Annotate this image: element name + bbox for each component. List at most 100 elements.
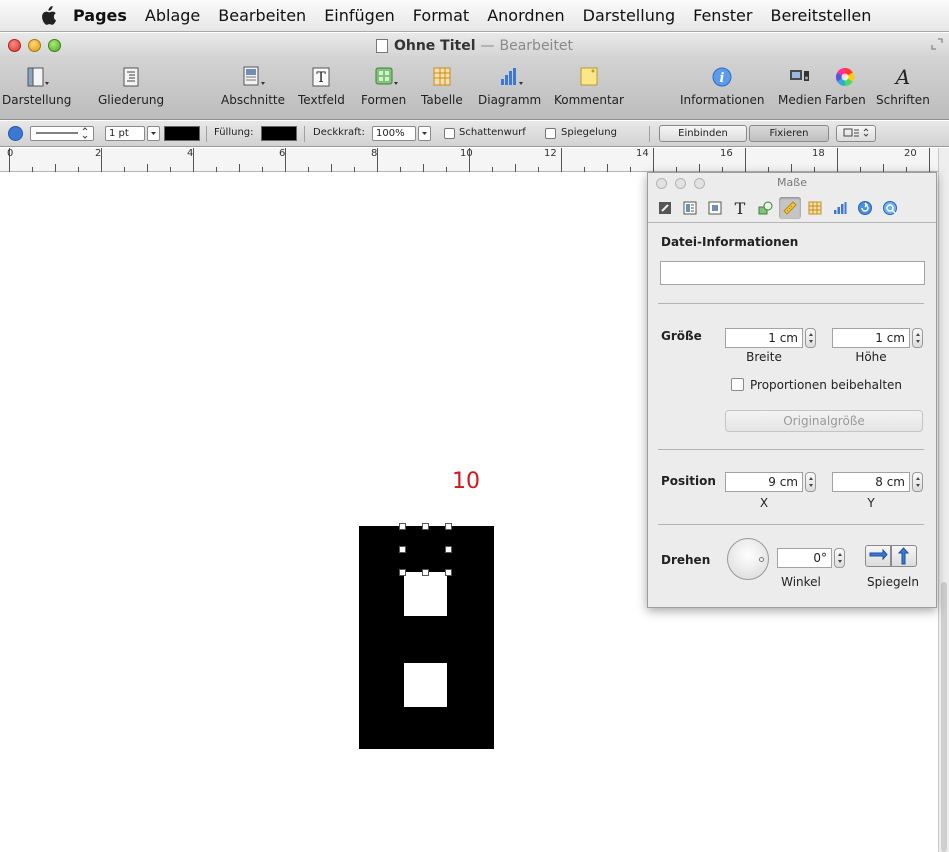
ruler-label: 20 [904, 148, 917, 159]
layout-inspector-tab[interactable] [679, 197, 701, 219]
comment-icon [574, 62, 604, 92]
selection-handle[interactable] [399, 569, 406, 576]
width-stepper[interactable] [805, 328, 816, 348]
wrap-inspector-tab[interactable] [704, 197, 726, 219]
opacity-dropdown[interactable] [418, 126, 431, 141]
toolbar-shapes-button[interactable]: Formen [361, 62, 406, 107]
height-field[interactable]: 1 cm [832, 328, 910, 348]
file-info-field[interactable] [660, 261, 925, 285]
apple-icon[interactable] [39, 5, 57, 26]
opacity-field[interactable]: 100% [372, 126, 416, 141]
toolbar-chart-button[interactable]: Diagramm [478, 62, 541, 107]
menu-pages[interactable]: Pages [73, 6, 127, 25]
selection-handle[interactable] [399, 523, 406, 530]
chart-inspector-tab[interactable] [829, 197, 851, 219]
toolbar-view-label: Darstellung [2, 93, 72, 107]
y-position-stepper[interactable] [912, 472, 923, 492]
ruler-label: 2 [95, 148, 102, 159]
toolbar-comment-button[interactable]: Kommentar [554, 62, 624, 107]
toolbar-fonts-button[interactable]: A Schriften [876, 62, 930, 107]
angle-stepper[interactable] [834, 548, 845, 568]
toolbar-fonts-label: Schriften [876, 93, 930, 107]
metrics-inspector-tab[interactable] [779, 196, 801, 219]
outline-icon [116, 62, 146, 92]
y-position-field[interactable]: 8 cm [832, 472, 910, 492]
shadow-checkbox[interactable] [444, 128, 455, 139]
original-size-button[interactable]: Originalgröße [725, 410, 923, 432]
selection-handle[interactable] [445, 546, 452, 553]
selection-handle[interactable] [422, 523, 429, 530]
angle-field[interactable]: 0° [777, 548, 832, 568]
toolbar-colors-button[interactable]: Farben [825, 62, 866, 107]
inspector-close-button[interactable] [656, 178, 667, 189]
close-window-button[interactable] [8, 39, 21, 52]
selection-handle[interactable] [445, 523, 452, 530]
rotation-dial[interactable] [727, 538, 769, 580]
fill-color-swatch[interactable] [261, 126, 297, 141]
text-inspector-tab[interactable]: T [729, 197, 751, 219]
graphic-inspector-tab[interactable] [754, 197, 776, 219]
menu-fenster[interactable]: Fenster [693, 6, 752, 25]
window-title-bar: Ohne Titel — Bearbeitet [0, 33, 949, 58]
height-stepper[interactable] [912, 328, 923, 348]
toolbar-comment-label: Kommentar [554, 93, 624, 107]
stroke-width-dropdown[interactable] [147, 126, 160, 141]
white-square-bottom[interactable] [404, 663, 447, 707]
stroke-width-field[interactable]: 1 pt [105, 126, 145, 141]
x-position-field[interactable]: 9 cm [725, 472, 803, 492]
wrap-select[interactable] [836, 125, 876, 142]
menu-ablage[interactable]: Ablage [145, 6, 200, 25]
fonts-icon: A [888, 62, 918, 92]
document-inspector-tab[interactable] [654, 197, 676, 219]
width-field[interactable]: 1 cm [725, 328, 803, 348]
vertical-scrollbar[interactable] [938, 148, 949, 852]
document-proxy-icon[interactable] [375, 38, 388, 53]
toolbar-textbox-button[interactable]: T Textfeld [298, 62, 345, 107]
black-shape[interactable] [359, 526, 494, 749]
size-title: Größe [661, 329, 702, 343]
menu-bearbeiten[interactable]: Bearbeiten [218, 6, 306, 25]
flip-vertical-button[interactable] [891, 545, 917, 567]
toolbar-inspector-button[interactable]: i Informationen [680, 62, 764, 107]
toolbar-outline-label: Gliederung [98, 93, 165, 107]
link-inspector-tab[interactable] [854, 197, 876, 219]
table-inspector-tab[interactable] [804, 197, 826, 219]
ruler-label: 16 [720, 148, 733, 159]
fixed-button[interactable]: Fixieren [749, 125, 829, 142]
menu-bar: Pages Ablage Bearbeiten Einfügen Format … [0, 0, 949, 32]
ruler-label: 4 [187, 148, 194, 159]
x-position-stepper[interactable] [805, 472, 816, 492]
inline-button[interactable]: Einbinden [659, 125, 747, 142]
toolbar-sections-button[interactable]: Abschnitte [221, 62, 285, 107]
quicktime-inspector-tab[interactable] [879, 197, 901, 219]
menu-einfuegen[interactable]: Einfügen [324, 6, 395, 25]
menu-darstellung[interactable]: Darstellung [583, 6, 675, 25]
flip-horizontal-button[interactable] [865, 545, 891, 567]
menu-bereitstellen[interactable]: Bereitstellen [770, 6, 871, 25]
minimize-window-button[interactable] [28, 39, 41, 52]
white-square-top[interactable] [404, 572, 447, 616]
info-icon: i [707, 62, 737, 92]
quicktime-icon [883, 200, 897, 215]
paragraph-style-icon[interactable] [8, 126, 23, 141]
horizontal-ruler[interactable]: 0 2 4 6 8 10 12 14 16 18 20 [0, 148, 938, 172]
toolbar-media-button[interactable]: Medien [778, 62, 822, 107]
toolbar-view-button[interactable]: Darstellung [2, 62, 71, 107]
menu-anordnen[interactable]: Anordnen [487, 6, 564, 25]
line-style-select[interactable] [30, 126, 94, 141]
toolbar-table-button[interactable]: Tabelle [421, 62, 463, 107]
flip-vertical-icon [897, 547, 910, 565]
selection-handle[interactable] [399, 546, 406, 553]
selection-handle[interactable] [422, 569, 429, 576]
selection-handle[interactable] [445, 569, 452, 576]
fullscreen-icon[interactable] [931, 38, 943, 50]
stroke-color-swatch[interactable] [164, 126, 200, 141]
scrollbar-thumb[interactable] [941, 582, 947, 852]
constrain-proportions-checkbox[interactable] [731, 378, 744, 391]
zoom-window-button[interactable] [48, 39, 61, 52]
inspector-zoom-button[interactable] [694, 178, 705, 189]
menu-format[interactable]: Format [413, 6, 469, 25]
reflection-checkbox[interactable] [545, 128, 556, 139]
toolbar-outline-button[interactable]: Gliederung [98, 62, 164, 107]
inspector-minimize-button[interactable] [675, 178, 686, 189]
